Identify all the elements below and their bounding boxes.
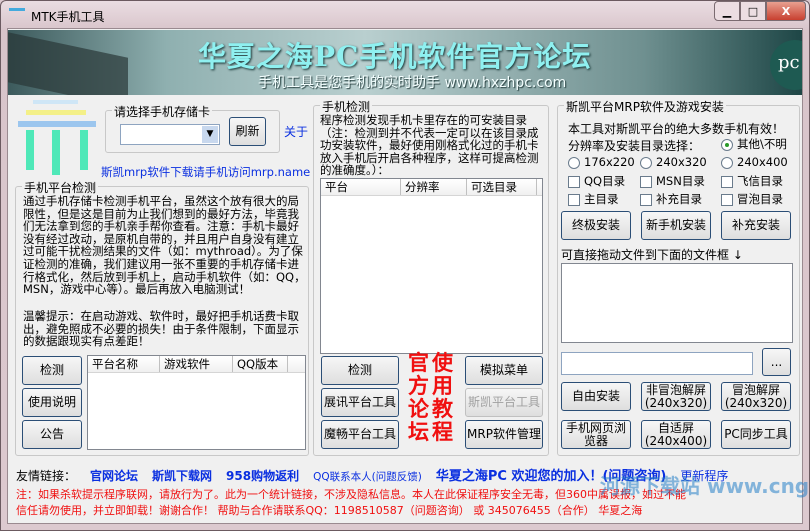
pc-sync-tool-button[interactable]: PC同步工具 — [721, 420, 791, 449]
tutorial-link[interactable]: 使用教程 — [432, 352, 454, 444]
phone-image — [8, 32, 128, 95]
banner: 华夏之海PC手机软件官方论坛 手机工具是您手机的实时助手 www.hxzhpc.… — [8, 30, 802, 95]
platform-detect-button[interactable]: 检测 — [22, 356, 82, 385]
watermark: 河源下载站 www.cngr.cn — [600, 474, 810, 498]
detect-description: 程序检测发现手机卡里存在的可安装目录（注：检测到并不代表一定可以在该目录成功安装… — [320, 113, 539, 178]
link-sky-download[interactable]: 斯凯下载网 — [152, 467, 212, 484]
banner-badge: pc — [770, 40, 802, 90]
checkbox-label: 补充目录 — [656, 192, 702, 206]
announcement-button[interactable]: 公告 — [22, 420, 82, 449]
app-icon — [9, 8, 25, 22]
sky-platform-tool-button[interactable]: 斯凯平台工具 — [465, 388, 543, 417]
mrp-download-link[interactable]: 斯凯mrp软件下载请手机访问mrp.name — [101, 164, 310, 180]
simulate-menu-button[interactable]: 模拟菜单 — [465, 356, 543, 385]
radio-icon — [721, 156, 733, 169]
banner-title: 华夏之海PC手机软件官方论坛 — [198, 40, 592, 73]
minimize-button[interactable]: ▁ — [714, 1, 740, 21]
drop-label: 可直接拖动文件到下面的文件框 ↓ — [561, 248, 743, 262]
column-header[interactable]: 可选目录 — [467, 179, 537, 195]
storage-combobox[interactable]: ▼ — [120, 124, 220, 145]
new-phone-install-button[interactable]: 新手机安装 — [641, 211, 711, 240]
footer-notice-1: 注：如果杀软提示程序联网，请放行为了。此为一个统计链接，不涉及隐私信息。本人在此… — [16, 488, 686, 501]
checkbox-label: 冒泡目录 — [737, 192, 783, 206]
radio-label: 240x320 — [656, 155, 707, 169]
links-label: 友情链接： — [16, 469, 77, 483]
column-header[interactable]: 平台 — [321, 179, 401, 195]
mocha-tool-button[interactable]: 魔畅平台工具 — [321, 420, 399, 449]
chevron-down-icon: ▼ — [202, 126, 218, 143]
footer-notice-2: 信任请勿使用，并立即卸载！谢谢合作！ 帮助与合作请联系QQ：1198510587… — [16, 504, 643, 517]
radio-icon — [568, 156, 580, 169]
column-header[interactable]: 平台名称 — [88, 356, 160, 372]
usage-guide-button[interactable]: 使用说明 — [22, 388, 82, 417]
app-logo — [18, 100, 96, 175]
checkbox-main[interactable]: 主目录 — [568, 191, 619, 207]
column-header[interactable]: 分辨率 — [401, 179, 467, 195]
column-header[interactable]: 游戏软件 — [160, 356, 233, 372]
close-button[interactable]: X — [766, 1, 806, 21]
radio-other[interactable]: 其他\不明 — [721, 136, 787, 152]
checkbox-qq[interactable]: QQ目录 — [568, 173, 625, 189]
checkbox-icon — [640, 175, 652, 188]
checkbox-icon — [640, 193, 652, 206]
maximize-button[interactable]: □ — [740, 1, 766, 21]
ultimate-install-button[interactable]: 终极安装 — [561, 211, 631, 240]
radio-240x320[interactable]: 240x320 — [640, 155, 707, 169]
link-forum[interactable]: 官网论坛 — [90, 467, 138, 484]
checkbox-fetion[interactable]: 飞信目录 — [721, 173, 783, 189]
resolution-label: 分辨率及安装目录选择： — [568, 139, 701, 153]
spreadtrum-tool-button[interactable]: 展讯平台工具 — [321, 388, 399, 417]
radio-label: 176x220 — [584, 155, 635, 169]
official-forum-link[interactable]: 官方论坛 — [408, 352, 430, 444]
radio-icon — [721, 138, 733, 151]
mrp-manager-button[interactable]: MRP软件管理 — [465, 420, 543, 449]
checkbox-icon — [568, 175, 580, 188]
platform-tip: 温馨提示：在启动游戏、软件时，最好把手机话费卡取出，避免照成不必要的损失！由于条… — [23, 309, 299, 349]
storage-group-label: 请选择手机存储卡 — [112, 103, 213, 120]
window-title: MTK手机工具 — [31, 10, 105, 24]
detect-button[interactable]: 检测 — [321, 356, 399, 385]
supplement-install-button[interactable]: 补充安装 — [721, 211, 791, 240]
radio-240x400[interactable]: 240x400 — [721, 155, 788, 169]
file-drop-box[interactable] — [561, 263, 793, 343]
platform-description: 通过手机存储卡检测手机平台，虽然这个放有很大的局限性，但是这是目前为止我们想到的… — [23, 194, 306, 297]
link-qq-contact[interactable]: QQ联系本人(问题反馈) — [313, 469, 422, 484]
about-link[interactable]: 关于 — [284, 123, 308, 140]
banner-subtitle: 手机工具是您手机的实时助手 www.hxzhpc.com — [258, 75, 567, 91]
platform-list[interactable]: 平台名称 游戏软件 QQ版本 — [87, 355, 306, 450]
radio-label: 其他\不明 — [737, 137, 787, 151]
non-maopao-unlock-button[interactable]: 非冒泡解屏(240x320) — [641, 382, 711, 411]
column-header[interactable]: QQ版本 — [233, 356, 288, 372]
maopao-unlock-button[interactable]: 冒泡解屏(240x320) — [721, 382, 791, 411]
file-path-input[interactable] — [561, 352, 753, 375]
adaptive-screen-button[interactable]: 自适屏(240x400) — [641, 420, 711, 449]
link-958[interactable]: 958购物返利 — [226, 467, 299, 484]
radio-label: 240x400 — [737, 155, 788, 169]
refresh-button[interactable]: 刷新 — [229, 117, 266, 146]
checkbox-icon — [721, 175, 733, 188]
checkbox-label: MSN目录 — [656, 174, 705, 188]
radio-176x220[interactable]: 176x220 — [568, 155, 635, 169]
free-install-button[interactable]: 自由安装 — [561, 382, 631, 411]
checkbox-label: 主目录 — [584, 192, 619, 206]
checkbox-label: 飞信目录 — [737, 174, 783, 188]
detect-list[interactable]: 平台 分辨率 可选目录 — [320, 178, 543, 354]
checkbox-msn[interactable]: MSN目录 — [640, 173, 705, 189]
checkbox-label: QQ目录 — [584, 174, 626, 188]
checkbox-icon — [721, 193, 733, 206]
checkbox-maopao[interactable]: 冒泡目录 — [721, 191, 783, 207]
checkbox-supplement[interactable]: 补充目录 — [640, 191, 702, 207]
mrp-group-label: 斯凯平台MRP软件及游戏安装 — [564, 98, 726, 115]
mobile-browser-button[interactable]: 手机网页浏览器 — [561, 420, 631, 449]
checkbox-icon — [568, 193, 580, 206]
mrp-intro: 本工具对斯凯平台的绝大多数手机有效！ — [568, 122, 785, 136]
radio-icon — [640, 156, 652, 169]
browse-button[interactable]: ... — [762, 348, 791, 376]
